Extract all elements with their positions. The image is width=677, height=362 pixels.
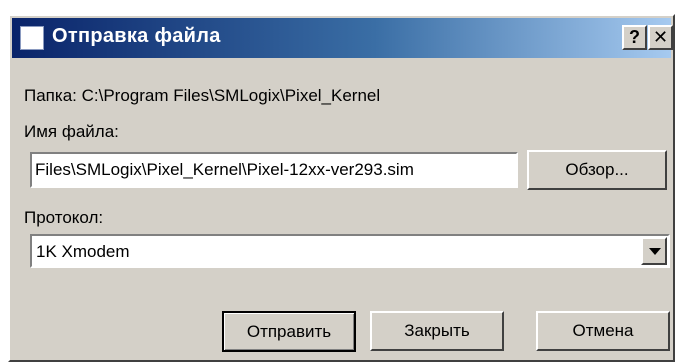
protocol-select[interactable]: 1K Xmodem (30, 234, 670, 268)
send-file-dialog: Отправка файла ? ✕ Папка: C:\Program Fil… (8, 14, 675, 362)
dropdown-button[interactable] (641, 237, 667, 265)
window-icon (20, 26, 44, 50)
cancel-button[interactable]: Отмена (536, 311, 670, 351)
filename-input[interactable] (30, 152, 518, 188)
browse-button[interactable]: Обзор... (527, 150, 667, 190)
protocol-selected-value: 1K Xmodem (36, 242, 130, 261)
window-title: Отправка файла (52, 25, 221, 47)
chevron-down-icon (649, 248, 661, 255)
help-button[interactable]: ? (622, 25, 647, 50)
close-window-button[interactable]: ✕ (648, 25, 673, 50)
filename-label: Имя файла: (24, 122, 119, 141)
protocol-label: Протокол: (24, 208, 104, 227)
close-button[interactable]: Закрыть (370, 311, 504, 351)
folder-path-label: Папка: C:\Program Files\SMLogix\Pixel_Ke… (24, 86, 381, 105)
title-bar[interactable]: Отправка файла ? ✕ (12, 18, 673, 58)
send-button[interactable]: Отправить (222, 311, 356, 352)
